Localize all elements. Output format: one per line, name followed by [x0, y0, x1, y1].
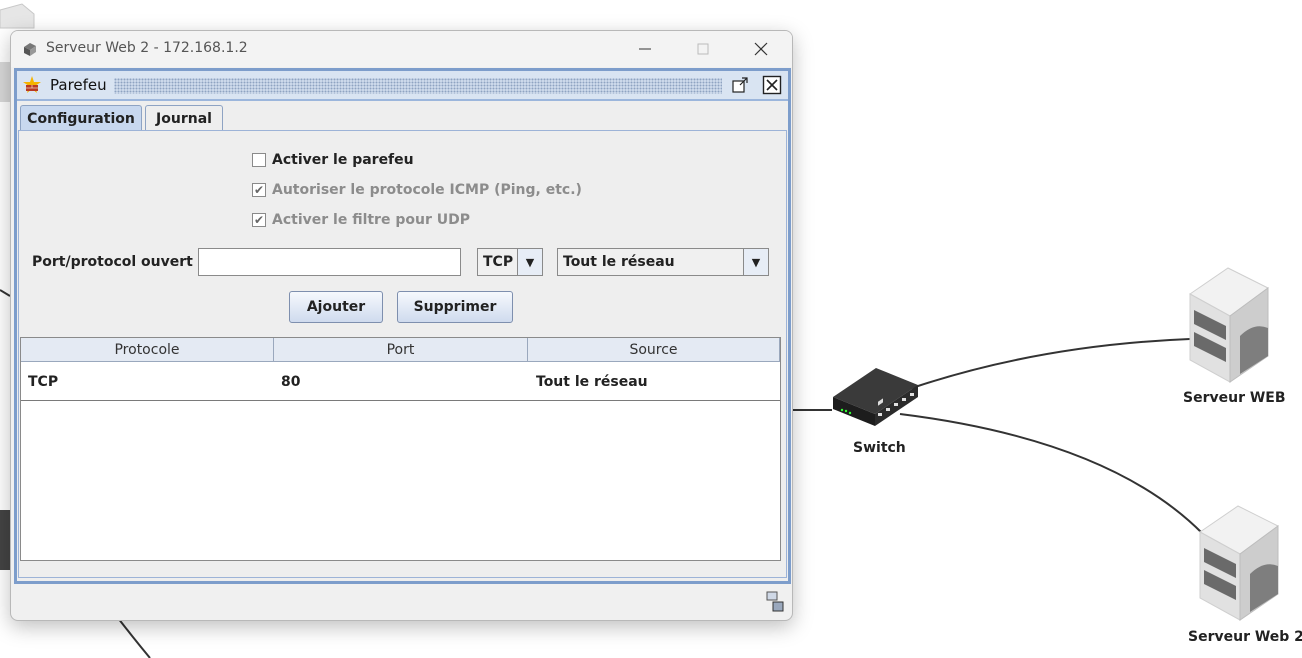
switch-icon[interactable] — [833, 368, 918, 426]
chevron-down-icon[interactable]: ▼ — [517, 249, 542, 275]
link-switch-serveur-web — [911, 338, 1191, 389]
cell-protocol: TCP — [28, 374, 59, 390]
source-select-value: Tout le réseau — [563, 254, 675, 270]
udp-filter-row: ✔ Activer le filtre pour UDP — [252, 211, 470, 229]
window-resize-icon[interactable] — [766, 591, 784, 613]
minimize-icon — [639, 48, 651, 50]
port-protocol-label: Port/protocol ouvert : — [32, 254, 204, 270]
allow-icmp-row: ✔ Autoriser le protocole ICMP (Ping, etc… — [252, 181, 582, 199]
tab-configuration[interactable]: Configuration — [20, 105, 142, 132]
column-header-port[interactable]: Port — [274, 338, 528, 362]
internal-close-button[interactable] — [762, 75, 782, 95]
titlebar-grip-pattern — [114, 78, 722, 94]
enable-firewall-row[interactable]: Activer le parefeu — [252, 151, 414, 169]
serveur-web-label: Serveur WEB — [1183, 390, 1286, 406]
tab-journal[interactable]: Journal — [145, 105, 223, 132]
app-icon — [24, 43, 36, 56]
udp-filter-checkbox: ✔ — [252, 213, 266, 227]
maximize-button[interactable] — [674, 31, 732, 67]
link-switch-serveur-web2 — [899, 413, 1204, 535]
port-input[interactable] — [198, 248, 461, 276]
maximize-icon — [697, 43, 709, 55]
firewall-icon — [23, 76, 41, 93]
cell-port: 80 — [281, 374, 301, 390]
restore-button[interactable] — [730, 75, 750, 95]
window-title: Serveur Web 2 - 172.168.1.2 — [46, 40, 248, 56]
serveur-web2-label: Serveur Web 2 — [1188, 629, 1302, 645]
remove-button[interactable]: Supprimer — [397, 291, 513, 323]
device-icon-partial[interactable] — [0, 510, 10, 570]
enable-firewall-checkbox[interactable] — [252, 153, 266, 167]
close-button[interactable] — [732, 31, 790, 67]
chevron-down-icon[interactable]: ▼ — [743, 249, 768, 275]
column-header-source[interactable]: Source — [528, 338, 780, 362]
firewall-internal-frame: Parefeu Configuration Journal Activer le… — [14, 68, 791, 584]
allow-icmp-label: Autoriser le protocole ICMP (Ping, etc.) — [272, 182, 582, 198]
column-header-protocole[interactable]: Protocole — [21, 338, 274, 362]
link-left — [0, 289, 11, 297]
internal-frame-title: Parefeu — [50, 76, 107, 94]
add-button[interactable]: Ajouter — [289, 291, 383, 323]
serveur-web2-icon[interactable] — [1198, 504, 1280, 622]
configuration-panel: Activer le parefeu ✔ Autoriser le protoc… — [18, 130, 787, 578]
protocol-select-value: TCP — [483, 254, 514, 270]
enable-firewall-label: Activer le parefeu — [272, 152, 414, 168]
row-divider — [21, 400, 780, 401]
cell-source: Tout le réseau — [536, 374, 648, 390]
protocol-select[interactable]: TCP ▼ — [477, 248, 543, 276]
serveur-web-icon[interactable] — [1188, 266, 1270, 384]
link-bottom-left — [117, 617, 151, 658]
internal-frame-titlebar[interactable]: Parefeu — [17, 71, 788, 101]
open-ports-table: Protocole Port Source TCP 80 Tout le rés… — [20, 337, 781, 561]
allow-icmp-checkbox: ✔ — [252, 183, 266, 197]
switch-label: Switch — [853, 440, 906, 456]
close-icon — [754, 42, 768, 56]
server-window: Serveur Web 2 - 172.168.1.2 Parefeu Conf… — [10, 30, 793, 621]
minimize-button[interactable] — [616, 31, 674, 67]
window-titlebar[interactable]: Serveur Web 2 - 172.168.1.2 — [11, 31, 792, 67]
udp-filter-label: Activer le filtre pour UDP — [272, 212, 470, 228]
source-select[interactable]: Tout le réseau ▼ — [557, 248, 769, 276]
